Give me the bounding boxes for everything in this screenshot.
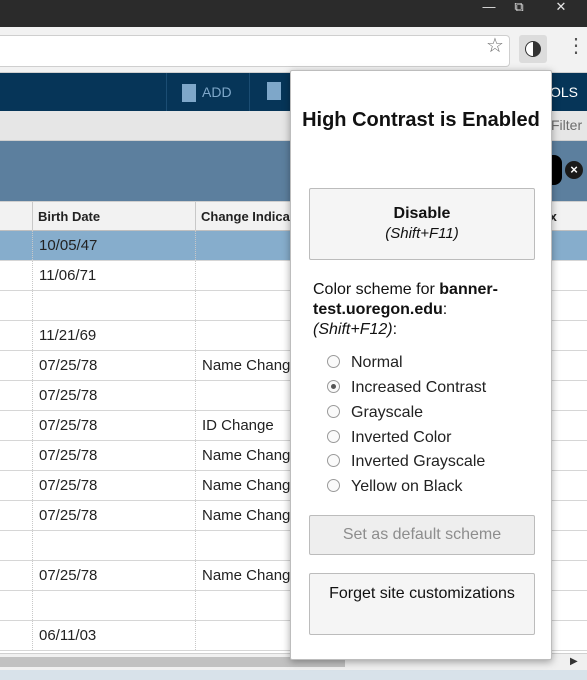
star-icon[interactable]: ☆: [486, 36, 504, 56]
browser-title-bar: — ⧉ ✕: [0, 0, 587, 27]
disable-button[interactable]: Disable (Shift+F11): [309, 188, 535, 260]
high-contrast-extension-button[interactable]: [519, 35, 547, 63]
birth-date-cell: [32, 591, 195, 620]
change-indicator-cell: [195, 591, 295, 620]
birth-date-cell: 07/25/78: [32, 411, 195, 440]
change-indicator-cell: [195, 291, 295, 320]
change-indicator-cell: [195, 321, 295, 350]
change-indicator-cell: Name Chang: [195, 441, 295, 470]
radio-button[interactable]: [327, 355, 340, 368]
nav-divider: [166, 73, 167, 111]
scheme-shortcut: (Shift+F12): [313, 321, 393, 338]
restore-icon[interactable]: ⧉: [508, 0, 530, 16]
change-indicator-cell: [195, 231, 295, 260]
radio-button[interactable]: [327, 405, 340, 418]
scheme-option-label: Grayscale: [351, 404, 424, 421]
birth-date-cell: 07/25/78: [32, 441, 195, 470]
radio-button[interactable]: [327, 430, 340, 443]
change-indicator-cell: Name Chang: [195, 561, 295, 590]
change-indicator-cell: [195, 261, 295, 290]
scheme-prefix: Color scheme for: [313, 281, 440, 298]
birth-date-cell: 07/25/78: [32, 501, 195, 530]
add-button[interactable]: ADD: [182, 81, 232, 103]
change-indicator-cell: ID Change: [195, 411, 295, 440]
change-indicator-cell: [195, 381, 295, 410]
radio-button[interactable]: [327, 380, 340, 393]
minimize-icon[interactable]: —: [478, 0, 500, 16]
high-contrast-popup: High Contrast is Enabled Disable (Shift+…: [290, 70, 552, 660]
birth-date-cell: [32, 291, 195, 320]
tools-menu[interactable]: OLS: [550, 84, 578, 100]
change-indicator-cell: [195, 621, 295, 650]
scheme-option-label: Increased Contrast: [351, 379, 487, 396]
scheme-option-label: Inverted Color: [351, 429, 452, 446]
scroll-right-arrow-icon[interactable]: ▶: [570, 654, 578, 670]
birth-date-cell: [32, 531, 195, 560]
filter-link[interactable]: Filter: [551, 117, 582, 133]
change-indicator-cell: Name Chang: [195, 471, 295, 500]
birth-date-cell: 07/25/78: [32, 381, 195, 410]
color-scheme-label: Color scheme for banner-test.uoregon.edu…: [313, 280, 533, 340]
scheme-colon: :: [442, 301, 448, 318]
scheme-option-label: Inverted Grayscale: [351, 453, 486, 470]
birth-date-cell: 11/06/71: [32, 261, 195, 290]
scheme-option-label: Normal: [351, 354, 403, 371]
set-default-scheme-button[interactable]: Set as default scheme: [309, 515, 535, 555]
birth-date-cell: 11/21/69: [32, 321, 195, 350]
change-indicator-cell: [195, 531, 295, 560]
scheme-option-label: Yellow on Black: [351, 478, 463, 495]
status-bar: [0, 670, 587, 680]
kebab-menu-icon[interactable]: ⋮: [566, 36, 586, 56]
document-icon[interactable]: [267, 82, 281, 100]
change-indicator-cell: Name Chang: [195, 501, 295, 530]
popup-title: High Contrast is Enabled: [302, 109, 540, 131]
column-header-previous[interactable]: [0, 202, 32, 231]
nav-divider: [249, 73, 250, 111]
column-header-birth-date[interactable]: Birth Date: [32, 202, 195, 231]
close-window-icon[interactable]: ✕: [548, 0, 574, 16]
high-contrast-icon: [525, 41, 541, 57]
birth-date-cell: 07/25/78: [32, 351, 195, 380]
birth-date-cell: 07/25/78: [32, 561, 195, 590]
radio-button[interactable]: [327, 479, 340, 492]
close-icon[interactable]: ×: [565, 161, 583, 179]
birth-date-cell: 06/11/03: [32, 621, 195, 650]
change-indicator-cell: Name Chang: [195, 351, 295, 380]
column-header-change-indicator[interactable]: Change Indica: [195, 202, 295, 231]
birth-date-cell: 10/05/47: [32, 231, 195, 260]
add-label: ADD: [202, 84, 232, 100]
forget-site-customizations-button[interactable]: Forget site customizations: [309, 573, 535, 635]
birth-date-cell: 07/25/78: [32, 471, 195, 500]
radio-button[interactable]: [327, 454, 340, 467]
add-document-icon: [182, 84, 196, 103]
disable-shortcut: (Shift+F11): [385, 225, 459, 242]
scheme-suffix: :: [392, 321, 398, 338]
disable-label: Disable: [393, 205, 451, 222]
url-input[interactable]: [0, 35, 510, 67]
